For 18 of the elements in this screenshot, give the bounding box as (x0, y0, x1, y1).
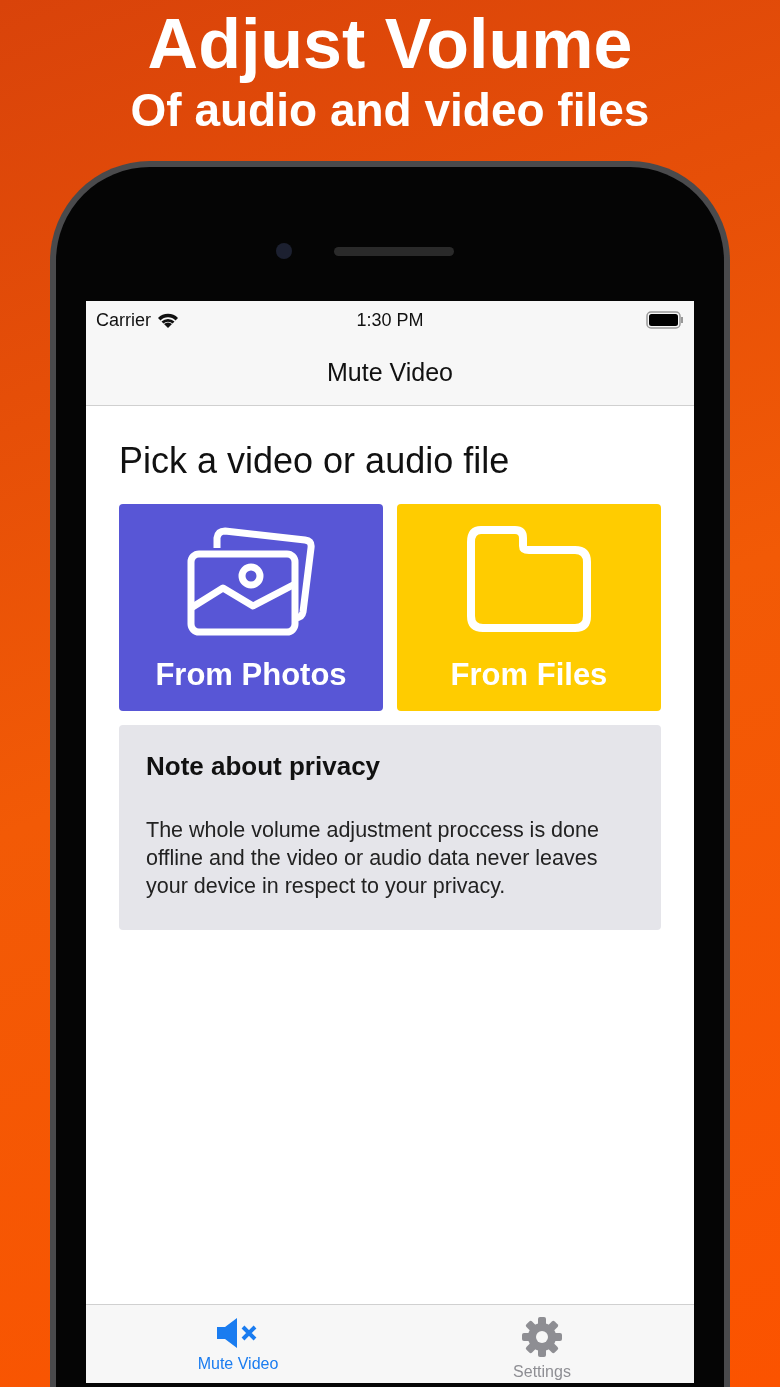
headline: Adjust Volume (147, 4, 633, 84)
carrier-label: Carrier (96, 309, 151, 331)
muted-speaker-icon (217, 1317, 259, 1349)
photos-icon (187, 526, 315, 636)
camera-icon (276, 243, 292, 259)
note-title: Note about privacy (146, 751, 382, 782)
settings-icon (522, 1317, 562, 1357)
tab-bar-item[interactable]: Settings (390, 1305, 694, 1383)
source-button[interactable]: From Photos (119, 504, 383, 711)
nav-title: Mute Video (327, 357, 453, 387)
section-heading: Pick a video or audio file (119, 440, 511, 482)
tab-bar-item[interactable]: Mute Video (86, 1305, 390, 1383)
subheadline: Of audio and video files (130, 84, 650, 136)
status-time: 1:30 PM (356, 309, 424, 331)
battery-icon (646, 311, 684, 329)
folder-icon (467, 526, 591, 632)
note-text: The whole volume adjustment proccess is done offline and the video or audio data never leaves your device in respect to your privacy. (146, 817, 600, 900)
wifi-icon (157, 312, 179, 328)
